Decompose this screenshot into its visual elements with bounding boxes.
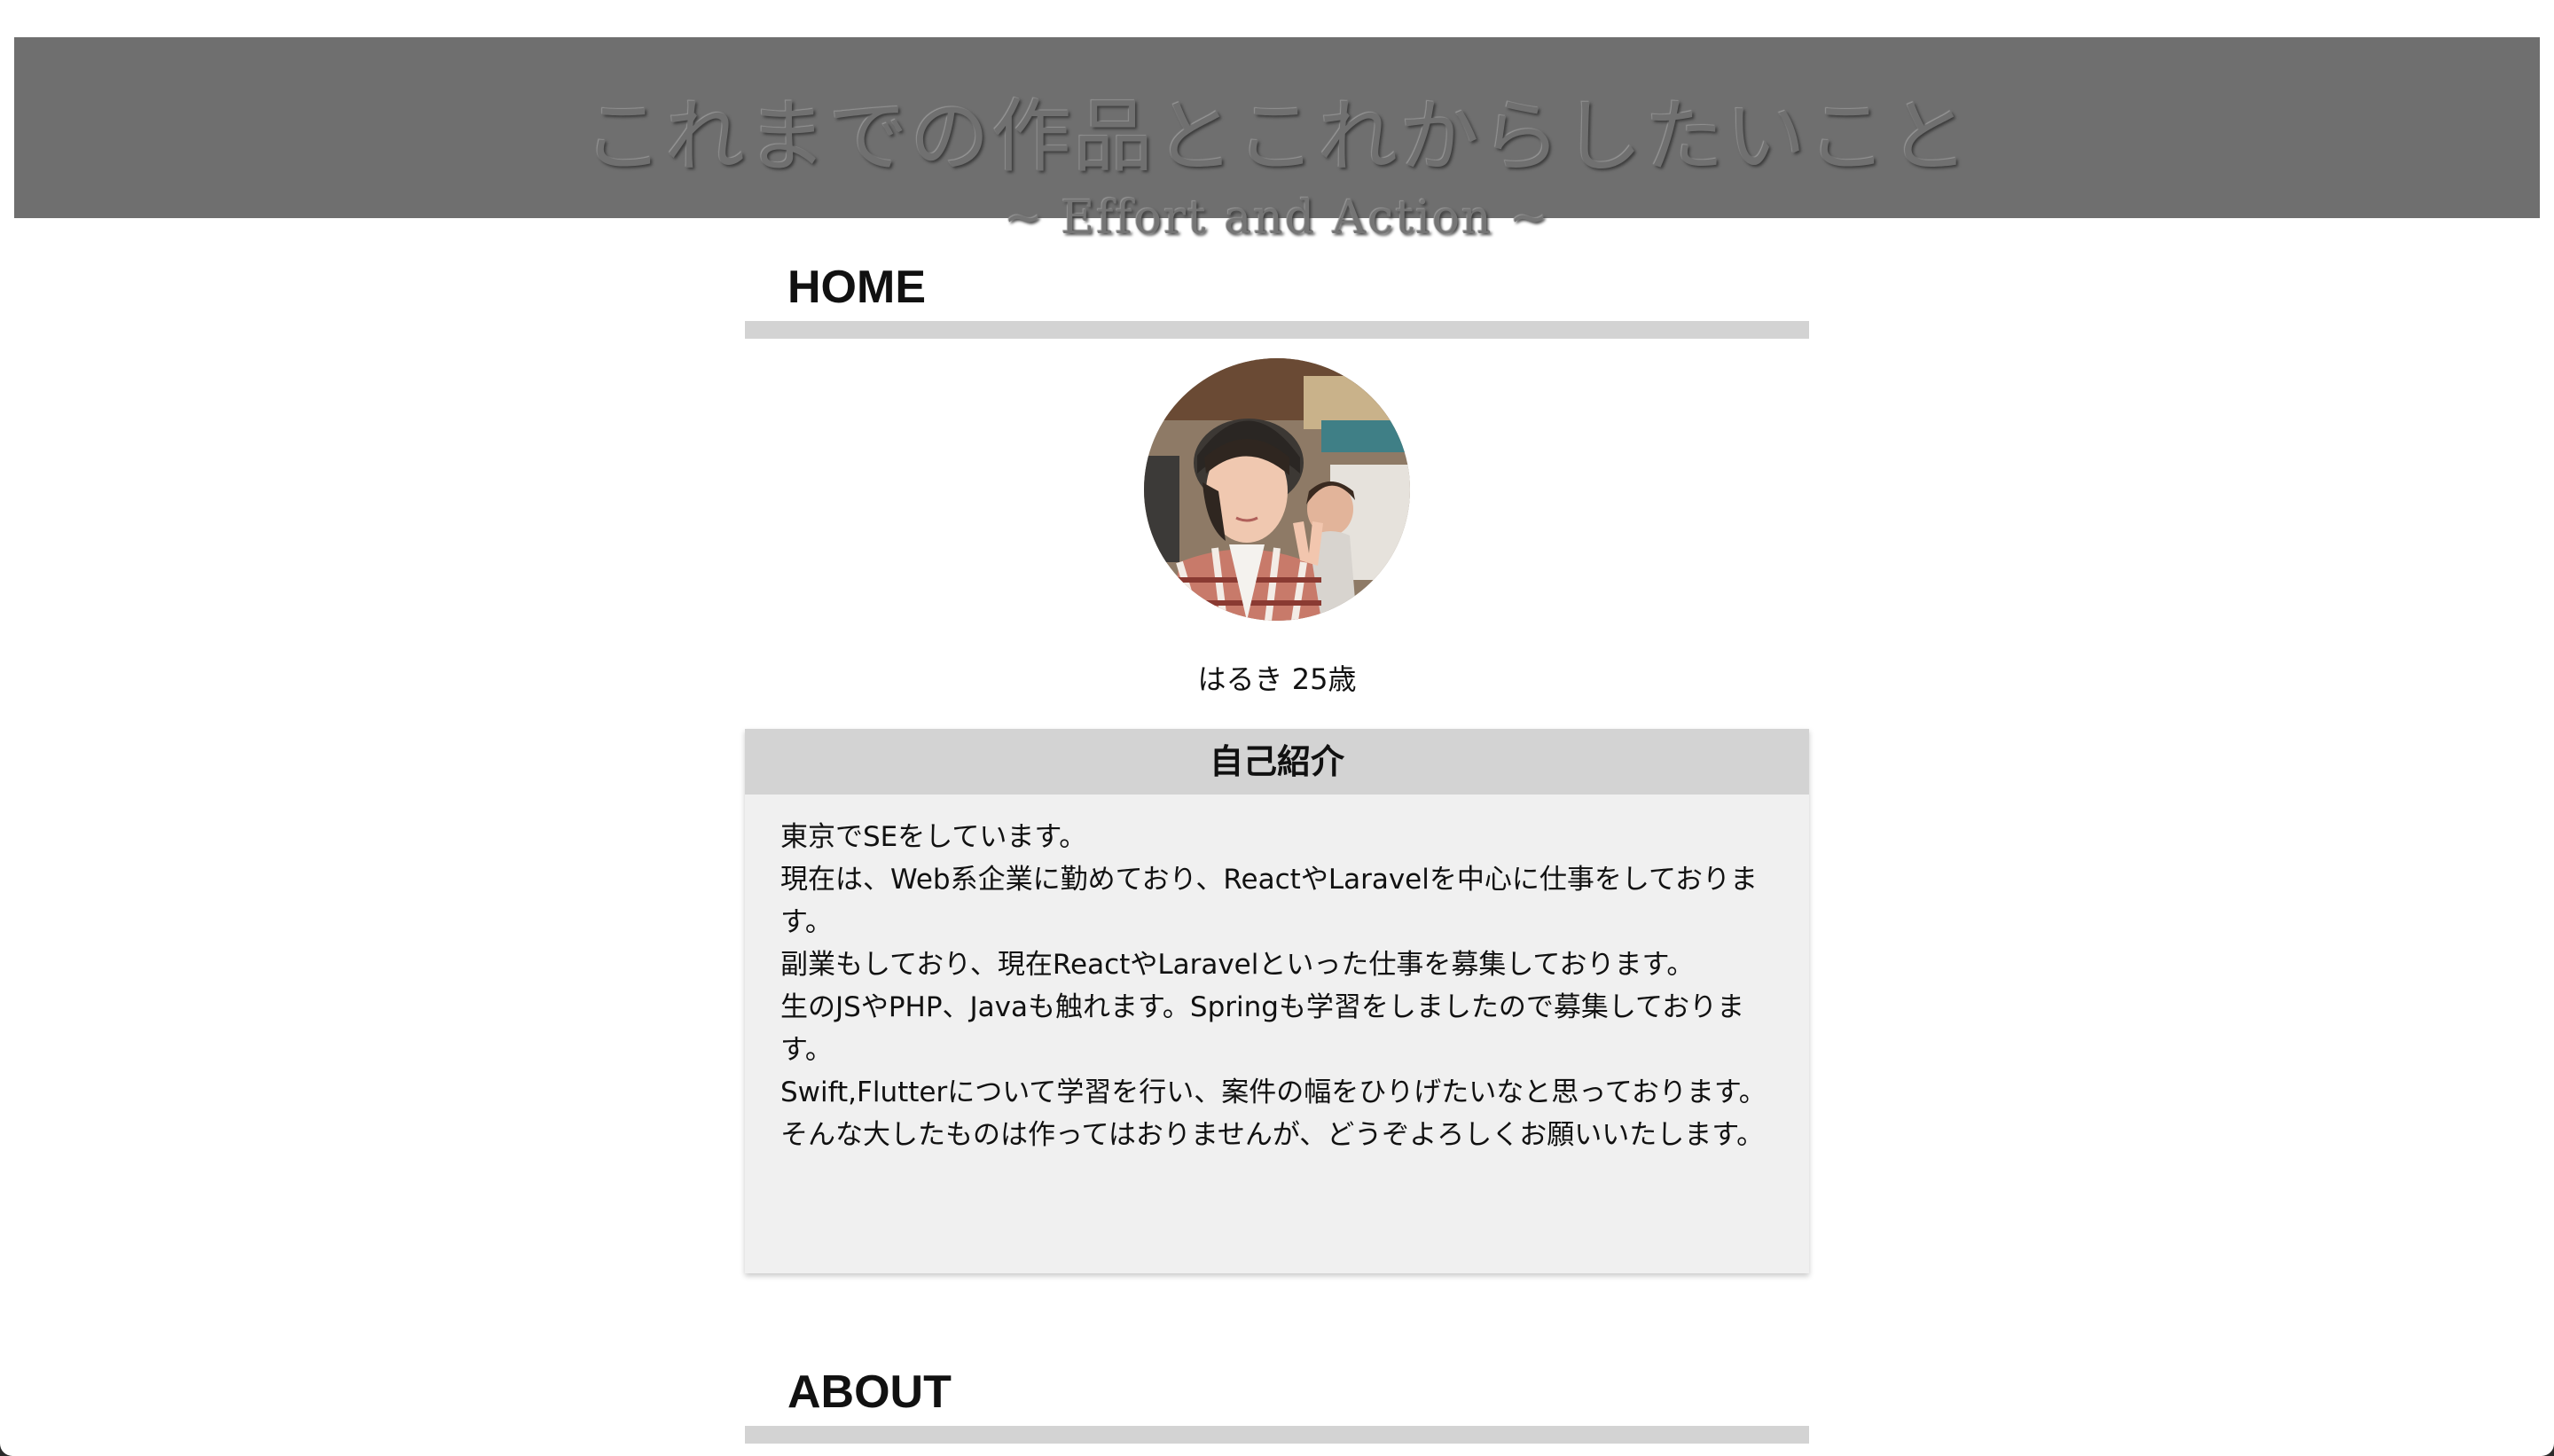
section-title-about: ABOUT [787,1366,952,1418]
intro-line: そんな大したものは作ってはおりませんが、どうぞよろしくお願いいたします。 [780,1119,1765,1151]
intro-line: 現在は、Web系企業に勤めており、ReactやLaravelを中心に仕事をしてお… [780,864,1759,938]
site-header: これまでの作品とこれからしたいこと ~ Effort and Action ~ [14,37,2540,241]
section-title-home: HOME [787,262,926,313]
intro-line: Swift,Flutterについて学習を行い、案件の幅をひりげたいなと思っており… [780,1076,1767,1108]
profile-avatar [1144,358,1410,621]
site-subtitle: ~ Effort and Action ~ [1004,192,1550,245]
intro-body: 東京でSEをしています。 現在は、Web系企業に勤めており、ReactやLara… [745,795,1809,1156]
intro-line: 東京でSEをしています。 [780,821,1087,853]
intro-line: 副業もしており、現在ReactやLaravelといった仕事を募集しております。 [780,949,1695,981]
profile-name-age: はるき 25歳 [1197,662,1357,696]
site-title: これまでの作品とこれからしたいこと [584,90,1970,184]
intro-card: 自己紹介 東京でSEをしています。 現在は、Web系企業に勤めており、React… [745,729,1809,1273]
section-divider-about [745,1426,1809,1444]
intro-line: 生のJSやPHP、Javaも触れます。Springも学習をしましたので募集してお… [780,991,1745,1066]
page: これまでの作品とこれからしたいこと ~ Effort and Action ~ … [0,0,2554,1456]
avatar-photo [1144,358,1410,621]
intro-heading: 自己紹介 [745,729,1809,795]
section-divider-home [745,321,1809,339]
